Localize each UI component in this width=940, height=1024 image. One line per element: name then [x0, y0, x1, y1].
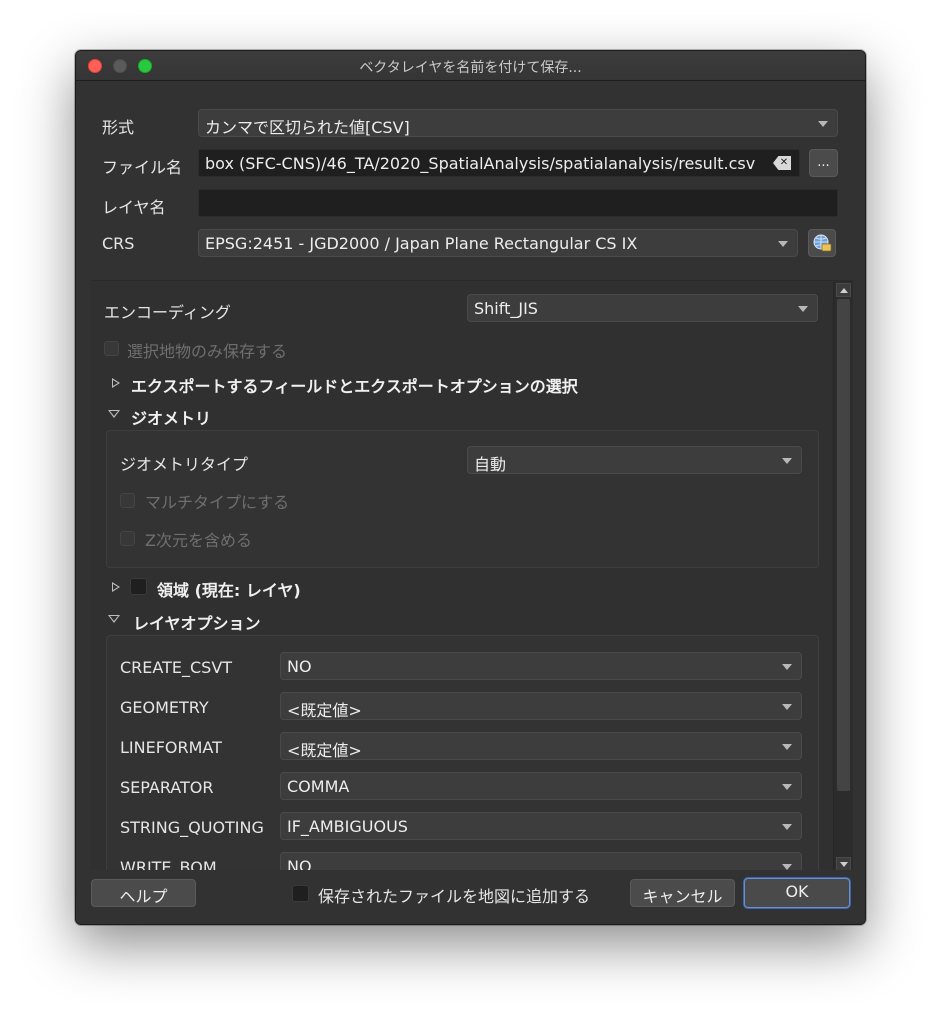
- scrollbar-thumb[interactable]: [837, 299, 850, 791]
- collapse-arrow-icon[interactable]: [108, 615, 120, 623]
- crs-combo[interactable]: EPSG:2451 - JGD2000 / Japan Plane Rectan…: [198, 229, 798, 257]
- expand-arrow-icon[interactable]: [112, 378, 120, 388]
- chevron-down-icon: [778, 241, 788, 247]
- separator-combo[interactable]: COMMA: [280, 772, 802, 800]
- layername-label: レイヤ名: [102, 198, 166, 217]
- vertical-scrollbar[interactable]: [833, 281, 853, 872]
- option-name: SEPARATOR: [120, 778, 214, 797]
- layer-options-section[interactable]: レイヤオプション: [133, 610, 261, 634]
- save-vector-layer-dialog: ベクタレイヤを名前を付けて保存... 形式 カンマで区切られた値[CSV] ファ…: [75, 50, 866, 925]
- option-value: NO: [287, 657, 312, 676]
- export-fields-section[interactable]: エクスポートするフィールドとエクスポートオプションの選択: [131, 373, 578, 397]
- string-quoting-combo[interactable]: IF_AMBIGUOUS: [280, 812, 802, 840]
- lineformat-combo[interactable]: <既定値>: [280, 732, 802, 760]
- chevron-down-icon: [798, 306, 808, 312]
- add-to-map-label: 保存されたファイルを地図に追加する: [318, 887, 591, 906]
- expand-arrow-icon[interactable]: [112, 582, 120, 592]
- write-bom-combo[interactable]: NO: [280, 852, 802, 872]
- z-dimension-label: Z次元を含める: [145, 531, 252, 550]
- geometry-option-combo[interactable]: <既定値>: [280, 692, 802, 720]
- chevron-down-icon: [782, 664, 792, 670]
- option-value: <既定値>: [287, 701, 362, 720]
- option-value: COMMA: [287, 777, 350, 796]
- option-name: CREATE_CSVT: [120, 658, 233, 677]
- geometry-type-value: 自動: [474, 455, 507, 474]
- chevron-down-icon: [782, 458, 792, 464]
- filename-input[interactable]: box (SFC-CNS)/46_TA/2020_SpatialAnalysis…: [198, 149, 800, 177]
- selected-only-checkbox[interactable]: [104, 341, 119, 356]
- option-name: STRING_QUOTING: [120, 818, 264, 837]
- create-csvt-combo[interactable]: NO: [280, 652, 802, 680]
- filename-label: ファイル名: [102, 158, 183, 177]
- encoding-label: エンコーディング: [104, 303, 231, 322]
- crs-select-button[interactable]: [808, 229, 836, 257]
- option-name: GEOMETRY: [120, 698, 209, 717]
- collapse-arrow-icon[interactable]: [108, 410, 120, 418]
- chevron-down-icon: [782, 704, 792, 710]
- option-value: IF_AMBIGUOUS: [287, 817, 408, 836]
- format-value: カンマで区切られた値[CSV]: [205, 118, 410, 137]
- z-dimension-checkbox[interactable]: [120, 531, 135, 546]
- chevron-down-icon: [782, 824, 792, 830]
- extent-section[interactable]: 領域 (現在: レイヤ): [157, 577, 301, 601]
- crs-value: EPSG:2451 - JGD2000 / Japan Plane Rectan…: [205, 234, 638, 253]
- option-value: <既定値>: [287, 741, 362, 760]
- layer-options-group: CREATE_CSVT NO GEOMETRY <既定値> LINEFORMAT…: [106, 635, 819, 872]
- scroll-down-arrow-icon[interactable]: [836, 857, 851, 871]
- format-label: 形式: [102, 118, 135, 137]
- multitype-label: マルチタイプにする: [145, 493, 290, 512]
- window-title: ベクタレイヤを名前を付けて保存...: [359, 60, 582, 76]
- options-scroll-area[interactable]: エンコーディング Shift_JIS 選択地物のみ保存する エクスポートするフィ…: [91, 280, 853, 872]
- encoding-value: Shift_JIS: [474, 299, 538, 318]
- browse-file-button[interactable]: ...: [809, 149, 838, 177]
- globe-icon: [813, 234, 832, 252]
- encoding-combo[interactable]: Shift_JIS: [467, 294, 818, 322]
- clear-icon[interactable]: ✕: [773, 156, 791, 170]
- ok-button[interactable]: OK: [744, 878, 850, 908]
- geometry-type-combo[interactable]: 自動: [467, 446, 802, 474]
- dialog-footer: ヘルプ 保存されたファイルを地図に追加する キャンセル OK: [76, 870, 865, 924]
- selected-only-label: 選択地物のみ保存する: [127, 342, 288, 361]
- geometry-section[interactable]: ジオメトリ: [131, 405, 211, 429]
- multitype-checkbox[interactable]: [120, 493, 135, 508]
- chevron-down-icon: [782, 744, 792, 750]
- scroll-up-arrow-icon[interactable]: [836, 283, 851, 297]
- cancel-button[interactable]: キャンセル: [630, 879, 735, 907]
- geometry-type-label: ジオメトリタイプ: [120, 455, 249, 474]
- title-bar[interactable]: ベクタレイヤを名前を付けて保存...: [76, 51, 865, 81]
- geometry-group: ジオメトリタイプ 自動 マルチタイプにする Z次元を含める: [106, 430, 819, 568]
- chevron-down-icon: [818, 121, 828, 127]
- filename-value: box (SFC-CNS)/46_TA/2020_SpatialAnalysis…: [205, 154, 756, 173]
- format-combo[interactable]: カンマで区切られた値[CSV]: [198, 109, 838, 137]
- layername-input[interactable]: [198, 189, 838, 217]
- option-name: LINEFORMAT: [120, 738, 222, 757]
- chevron-down-icon: [782, 784, 792, 790]
- extent-checkbox[interactable]: [130, 578, 147, 595]
- add-to-map-checkbox[interactable]: [292, 885, 309, 902]
- crs-label: CRS: [102, 234, 135, 253]
- help-button[interactable]: ヘルプ: [91, 879, 196, 907]
